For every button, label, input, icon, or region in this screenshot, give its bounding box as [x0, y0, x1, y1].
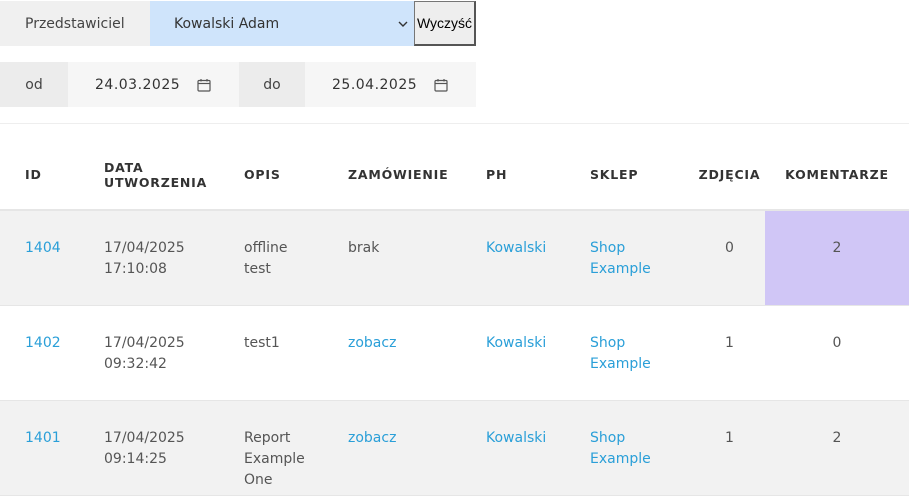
- to-label: do: [239, 62, 305, 107]
- shop-line: Example: [590, 261, 651, 277]
- from-date-input[interactable]: 24.03.2025: [68, 62, 239, 107]
- shop-link[interactable]: Shop Example: [590, 428, 694, 470]
- ph-link[interactable]: Kowalski: [486, 335, 546, 351]
- header-created-line2: UTWORZENIA: [104, 174, 208, 190]
- created-cell: 17/04/2025 09:32:42: [104, 305, 244, 400]
- header-ph[interactable]: PH: [486, 140, 590, 210]
- representative-selected-value: Kowalski Adam: [174, 15, 280, 32]
- shop-line: Shop: [590, 240, 626, 256]
- created-date: 17/04/2025: [104, 240, 185, 256]
- shop-line: Example: [590, 355, 651, 372]
- created-time: 17:10:08: [104, 261, 167, 277]
- header-id[interactable]: ID: [0, 140, 104, 210]
- calendar-icon[interactable]: [197, 78, 211, 92]
- created-date: 17/04/2025: [104, 334, 185, 351]
- report-id-link[interactable]: 1404: [25, 240, 61, 256]
- calendar-icon[interactable]: [434, 78, 448, 92]
- table-row: 1402 17/04/2025 09:32:42 test1 zobacz Kow…: [0, 305, 909, 400]
- comments-count[interactable]: 2: [765, 400, 909, 495]
- header-created-line1: DATA: [104, 159, 144, 175]
- description-line: Example: [244, 450, 305, 467]
- description-cell: Report Example One: [244, 400, 348, 495]
- created-time: 09:14:25: [104, 450, 167, 467]
- representative-filter: Przedstawiciel Kowalski Adam Wyczyść: [0, 1, 476, 46]
- order-view-link[interactable]: zobacz: [348, 335, 396, 351]
- photos-count: 1: [725, 429, 734, 446]
- from-label: od: [0, 62, 68, 107]
- date-range-filter: od 24.03.2025 do 25.04.2025: [0, 62, 476, 107]
- ph-link[interactable]: Kowalski: [486, 430, 546, 446]
- shop-link[interactable]: Shop Example: [590, 333, 694, 375]
- report-id-link[interactable]: 1402: [25, 335, 61, 351]
- description-cell: offline test: [244, 210, 348, 305]
- shop-line: Shop: [590, 334, 626, 351]
- order-cell: brak: [348, 240, 380, 256]
- report-id-link[interactable]: 1401: [25, 430, 61, 446]
- from-date-value: 24.03.2025: [95, 76, 181, 93]
- comments-count[interactable]: 0: [765, 305, 909, 400]
- shop-link[interactable]: Shop Example: [590, 238, 694, 280]
- representative-select[interactable]: Kowalski Adam: [150, 1, 414, 46]
- divider: [0, 123, 909, 124]
- created-time: 09:32:42: [104, 355, 167, 372]
- description-cell: test1: [244, 305, 348, 400]
- description-line: test: [244, 261, 271, 277]
- description-line: test1: [244, 334, 280, 351]
- table-header-row: ID DATA UTWORZENIA OPIS ZAMÓWIENIE PH SKL…: [0, 140, 909, 210]
- created-cell: 17/04/2025 09:14:25: [104, 400, 244, 495]
- photos-count: 1: [725, 334, 734, 351]
- header-photos[interactable]: ZDJĘCIA: [694, 140, 765, 210]
- representative-label: Przedstawiciel: [0, 1, 150, 46]
- table-row: 1401 17/04/2025 09:14:25 Report Example One…: [0, 400, 909, 495]
- header-created[interactable]: DATA UTWORZENIA: [104, 140, 244, 210]
- chevron-down-icon: [398, 21, 408, 27]
- created-date: 17/04/2025: [104, 429, 185, 446]
- created-cell: 17/04/2025 17:10:08: [104, 210, 244, 305]
- ph-link[interactable]: Kowalski: [486, 240, 546, 256]
- clear-button[interactable]: Wyczyść: [414, 1, 476, 46]
- comments-count[interactable]: 2: [765, 210, 909, 305]
- to-date-input[interactable]: 25.04.2025: [305, 62, 476, 107]
- reports-table: ID DATA UTWORZENIA OPIS ZAMÓWIENIE PH SKL…: [0, 140, 909, 496]
- to-date-value: 25.04.2025: [332, 76, 418, 93]
- header-order[interactable]: ZAMÓWIENIE: [348, 140, 486, 210]
- header-description[interactable]: OPIS: [244, 140, 348, 210]
- header-shop[interactable]: SKLEP: [590, 140, 694, 210]
- description-line: offline: [244, 240, 288, 256]
- table-row: 1404 17/04/2025 17:10:08 offline test brak…: [0, 210, 909, 305]
- description-line: Report: [244, 429, 291, 446]
- shop-line: Example: [590, 450, 651, 467]
- description-line: One: [244, 471, 273, 488]
- photos-count: 0: [725, 240, 734, 256]
- header-comments[interactable]: KOMENTARZE: [765, 140, 909, 210]
- shop-line: Shop: [590, 429, 626, 446]
- order-view-link[interactable]: zobacz: [348, 430, 396, 446]
